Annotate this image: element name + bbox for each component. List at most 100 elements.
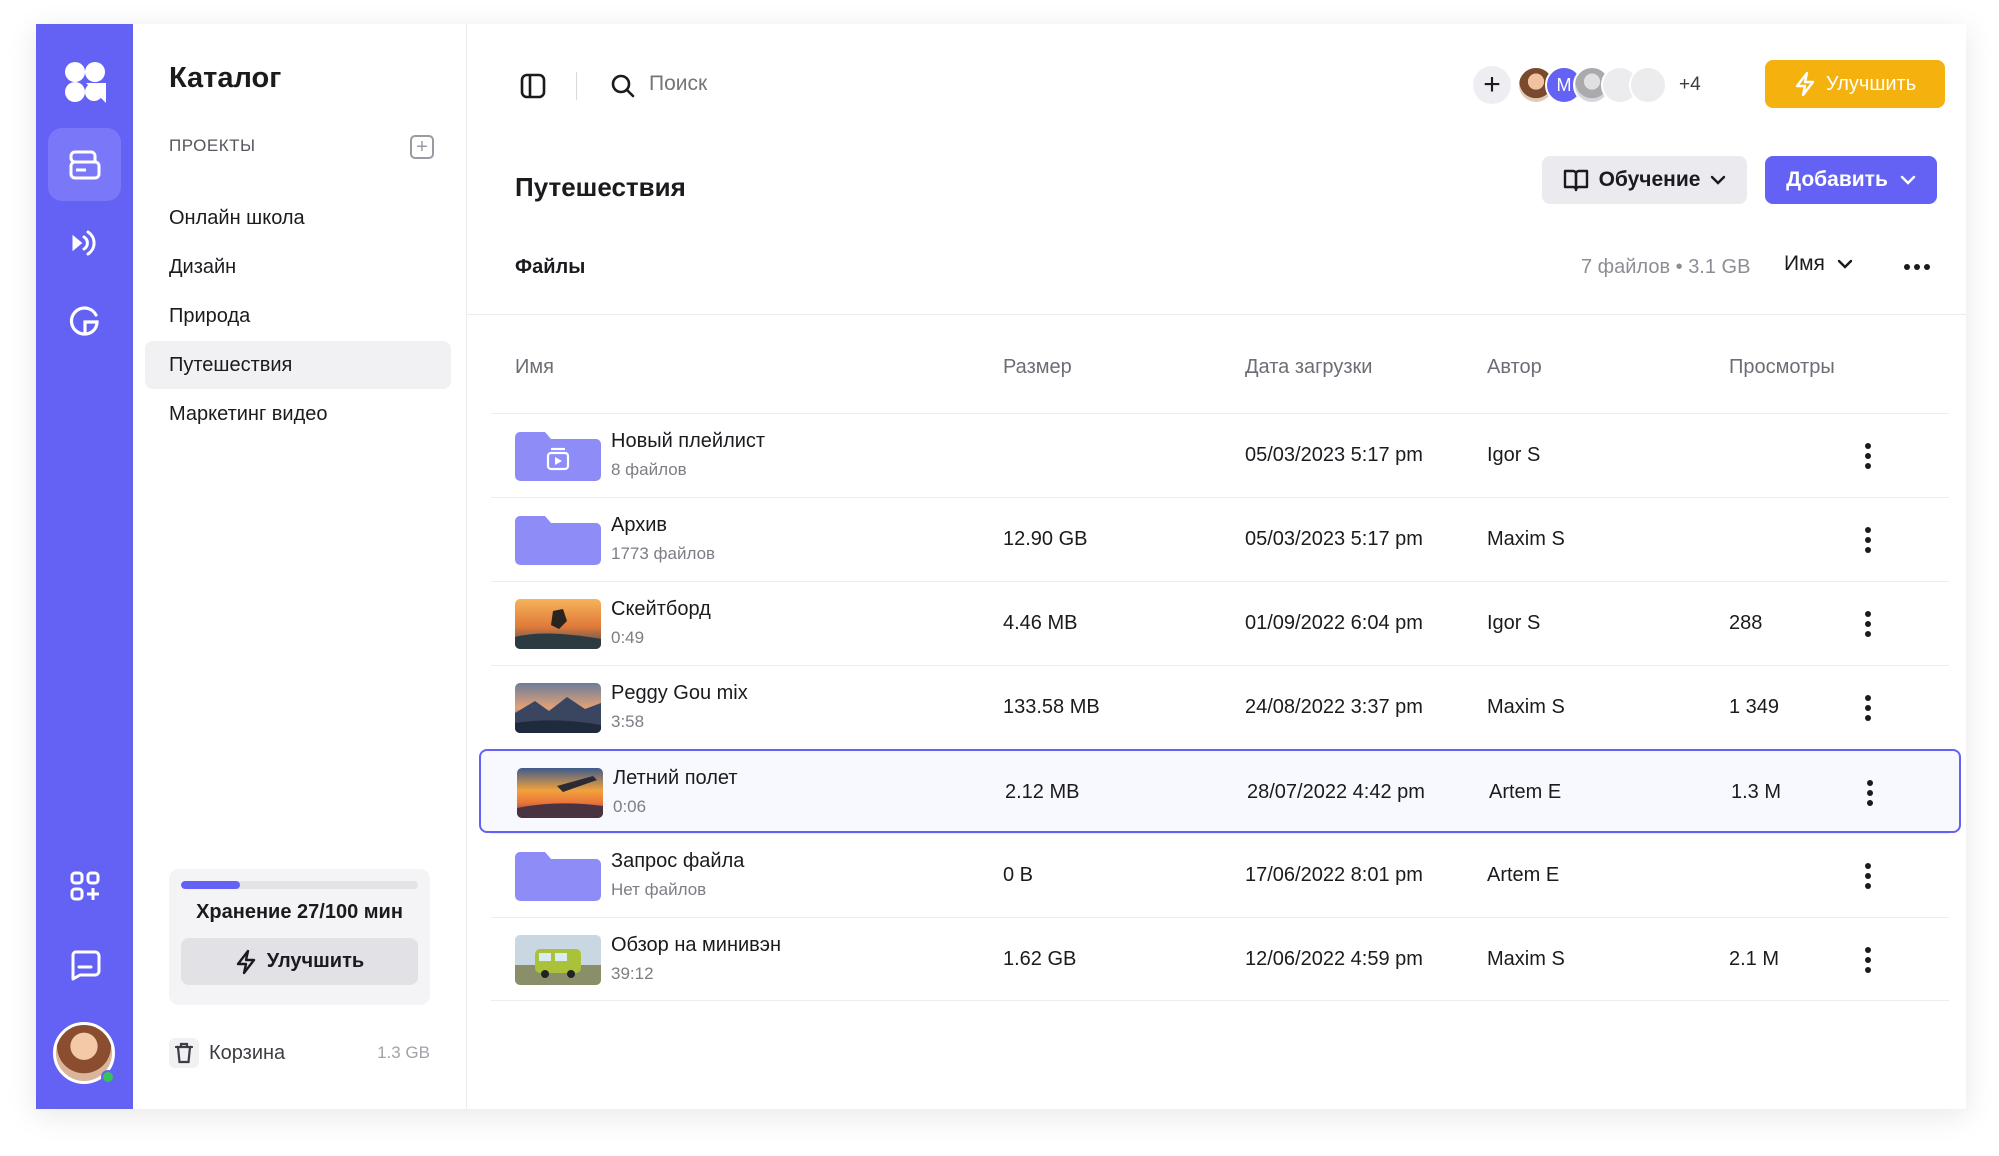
apps-add-icon[interactable] [48, 849, 121, 922]
sidebar-item-label: Природа [169, 304, 251, 327]
file-name[interactable]: Архив [611, 514, 667, 537]
file-name[interactable]: Запрос файла [611, 850, 744, 873]
more-collaborators-count[interactable]: +4 [1679, 74, 1701, 96]
files-summary: 7 файлов • 3.1 GB [1581, 256, 1751, 278]
search-input[interactable] [649, 72, 849, 96]
trash-icon [169, 1038, 199, 1068]
storage-upgrade-button[interactable]: Улучшить [181, 938, 418, 985]
upgrade-button[interactable]: Улучшить [1765, 60, 1945, 108]
upload-date: 05/03/2023 5:17 pm [1245, 528, 1423, 550]
catalog-sidebar: Каталог ПРОЕКТЫ + Онлайн школа Дизайн Пр… [133, 24, 467, 1109]
file-size: 1.62 GB [1003, 948, 1077, 970]
learn-dropdown-button[interactable]: Обучение [1542, 156, 1747, 204]
storage-upgrade-label: Улучшить [266, 950, 365, 972]
file-views: 2.1 M [1729, 948, 1780, 970]
sidebar-item-nature[interactable]: Природа [145, 292, 451, 340]
file-author: Igor S [1487, 612, 1541, 634]
sidebar-item-online-school[interactable]: Онлайн школа [145, 194, 451, 242]
file-subtitle: 8 файлов [611, 460, 687, 479]
file-size: 12.90 GB [1003, 528, 1088, 550]
table-row[interactable]: Летний полет 0:06 2.12 MB 28/07/2022 4:42 p… [479, 749, 1961, 833]
sidebar-item-design[interactable]: Дизайн [145, 243, 451, 291]
sidebar-item-travel[interactable]: Путешествия [145, 341, 451, 389]
column-header-name[interactable]: Имя [515, 356, 554, 379]
main-content: + M +4 Улучшить Путешествия Обучение Доб… [467, 24, 1966, 1109]
learn-label: Обучение [1598, 168, 1701, 191]
row-menu-icon[interactable] [1853, 438, 1883, 474]
collaborator-avatar[interactable] [1629, 66, 1667, 104]
video-thumbnail [515, 599, 601, 649]
row-menu-icon[interactable] [1853, 606, 1883, 642]
table-row[interactable]: Peggy Gou mix 3:58 133.58 MB 24/08/2022 3:3… [491, 665, 1949, 749]
table-row[interactable]: Обзор на минивэн 39:12 1.62 GB 12/06/2022 4… [491, 917, 1949, 1001]
sidebar-item-video-marketing[interactable]: Маркетинг видео [145, 390, 451, 438]
broadcast-icon[interactable] [48, 206, 121, 279]
online-status-dot [101, 1070, 115, 1084]
trash-item[interactable]: Корзина 1.3 GB [169, 1038, 430, 1068]
storage-icon[interactable] [48, 128, 121, 201]
row-menu-icon[interactable] [1853, 858, 1883, 894]
file-name[interactable]: Скейтборд [611, 598, 711, 621]
file-name[interactable]: Peggy Gou mix [611, 682, 748, 705]
add-dropdown-button[interactable]: Добавить [1765, 156, 1937, 204]
icon-rail [36, 24, 133, 1109]
trash-label: Корзина [209, 1041, 286, 1064]
column-header-size[interactable]: Размер [1003, 356, 1072, 379]
file-size: 133.58 MB [1003, 696, 1100, 718]
row-menu-icon[interactable] [1853, 942, 1883, 978]
chevron-down-icon [1711, 175, 1726, 185]
file-subtitle: 0:49 [611, 628, 645, 647]
chevron-down-icon [1900, 175, 1916, 185]
table-row[interactable]: Новый плейлист 8 файлов 05/03/2023 5:17 pm… [491, 413, 1949, 497]
chat-icon[interactable] [48, 928, 121, 1001]
chevron-down-icon [1837, 259, 1853, 269]
upload-date: 12/06/2022 4:59 pm [1245, 948, 1423, 970]
row-menu-icon[interactable] [1855, 775, 1885, 811]
lightning-icon [236, 949, 255, 974]
row-menu-icon[interactable] [1853, 522, 1883, 558]
file-subtitle: 39:12 [611, 964, 654, 983]
file-views: 1 349 [1729, 696, 1780, 718]
file-author: Igor S [1487, 444, 1541, 466]
analytics-icon[interactable] [48, 284, 121, 357]
logo-icon[interactable] [48, 45, 121, 118]
sort-select[interactable]: Имя [1784, 252, 1853, 276]
column-header-author[interactable]: Автор [1487, 356, 1542, 379]
table-row[interactable]: Запрос файла Нет файлов 0 B 17/06/2022 8:01… [491, 833, 1949, 917]
table-row[interactable]: Архив 1773 файлов 12.90 GB 05/03/2023 5:17 … [491, 497, 1949, 581]
projects-section-label: ПРОЕКТЫ [169, 136, 256, 155]
upload-date: 17/06/2022 8:01 pm [1245, 864, 1423, 886]
file-name[interactable]: Обзор на минивэн [611, 934, 781, 957]
sidebar-toggle-icon[interactable] [517, 70, 549, 102]
table-row[interactable]: Скейтборд 0:49 4.46 MB 01/09/2022 6:04 pm Ig… [491, 581, 1949, 665]
storage-progress-fill [181, 881, 241, 889]
row-menu-icon[interactable] [1853, 690, 1883, 726]
more-options-icon[interactable] [1897, 252, 1937, 282]
playlist-folder-icon [515, 431, 601, 481]
upload-date: 01/09/2022 6:04 pm [1245, 612, 1423, 634]
add-label: Добавить [1786, 168, 1888, 191]
storage-progress-bar [181, 881, 418, 889]
file-name[interactable]: Новый плейлист [611, 430, 765, 453]
page-title: Путешествия [515, 172, 686, 202]
file-subtitle: Нет файлов [611, 880, 707, 899]
book-icon [1563, 169, 1588, 192]
file-views: 1.3 M [1731, 781, 1782, 803]
file-size: 2.12 MB [1005, 781, 1080, 803]
search-icon[interactable] [607, 70, 639, 102]
collaborator-initial: M [1556, 74, 1572, 95]
invite-plus-button[interactable]: + [1473, 66, 1511, 104]
header-divider [467, 314, 1966, 315]
file-name[interactable]: Летний полет [613, 767, 738, 790]
sidebar-title: Каталог [169, 62, 282, 94]
column-header-date[interactable]: Дата загрузки [1245, 356, 1372, 379]
sidebar-item-label: Дизайн [169, 255, 237, 278]
file-author: Artem E [1487, 864, 1560, 886]
file-subtitle: 0:06 [613, 797, 647, 816]
upload-date: 24/08/2022 3:37 pm [1245, 696, 1423, 718]
file-author: Artem E [1489, 781, 1562, 803]
column-header-views[interactable]: Просмотры [1729, 356, 1835, 379]
add-project-icon[interactable]: + [410, 135, 434, 159]
app-window: Каталог ПРОЕКТЫ + Онлайн школа Дизайн Пр… [36, 24, 1966, 1109]
folder-icon [515, 851, 601, 901]
